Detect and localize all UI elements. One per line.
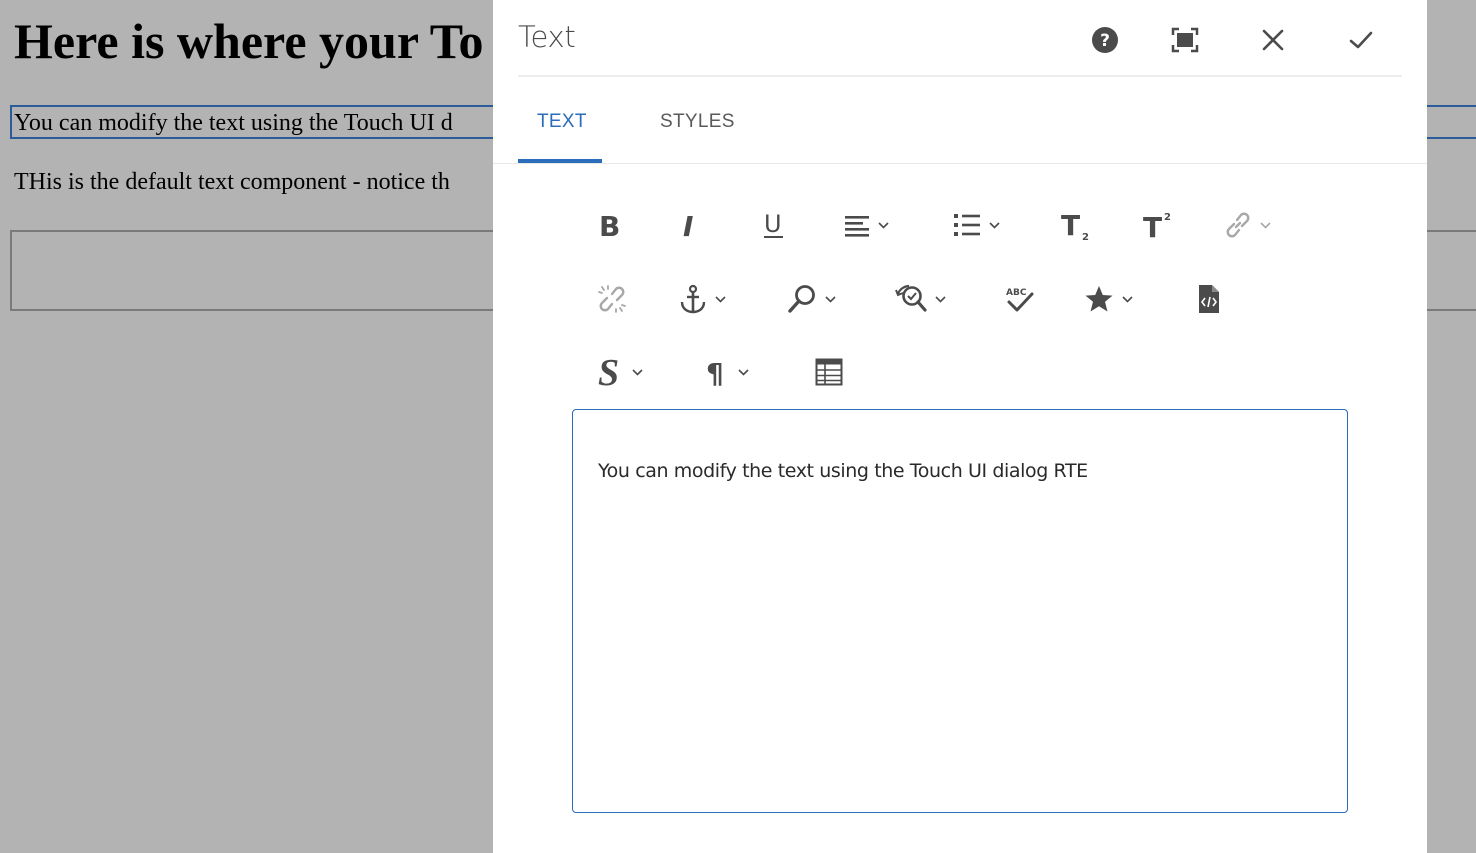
paragraph-icon: ¶ bbox=[706, 357, 724, 387]
fullscreen-icon bbox=[1171, 27, 1199, 53]
help-icon: ? bbox=[1092, 27, 1118, 53]
checkmark-icon bbox=[1349, 31, 1373, 49]
svg-text:2: 2 bbox=[1082, 232, 1089, 241]
bulleted-list-icon bbox=[954, 214, 980, 236]
anchor-dropdown[interactable] bbox=[679, 279, 726, 319]
help-button[interactable]: ? bbox=[1085, 20, 1125, 60]
chevron-down-icon bbox=[632, 368, 643, 376]
subscript-button[interactable]: T 2 bbox=[1060, 205, 1092, 245]
lists-dropdown[interactable] bbox=[953, 205, 1000, 245]
superscript-icon: T 2 bbox=[1143, 211, 1171, 241]
subscript-icon: T 2 bbox=[1061, 209, 1089, 241]
link-icon bbox=[1226, 212, 1250, 238]
bold-icon: B bbox=[599, 211, 620, 239]
chevron-down-icon bbox=[1260, 221, 1271, 229]
tab-text[interactable]: TEXT bbox=[537, 111, 587, 133]
active-tab-indicator bbox=[518, 159, 602, 163]
editor-content[interactable]: You can modify the text using the Touch … bbox=[598, 460, 1088, 482]
find-replace-icon bbox=[895, 284, 927, 312]
chevron-down-icon bbox=[715, 295, 726, 303]
svg-text:ABC: ABC bbox=[1006, 288, 1027, 298]
bold-button[interactable]: B bbox=[597, 205, 621, 245]
dialog-header: Text ? bbox=[518, 0, 1402, 77]
chevron-down-icon bbox=[989, 221, 1000, 229]
table-button[interactable] bbox=[815, 352, 843, 392]
italic-button[interactable]: I bbox=[681, 205, 701, 245]
anchor-icon bbox=[680, 284, 706, 314]
svg-text:I: I bbox=[683, 211, 693, 239]
selected-text-content: You can modify the text using the Touch … bbox=[14, 110, 453, 136]
underline-button[interactable]: U bbox=[762, 205, 786, 245]
source-code-file-icon bbox=[1199, 285, 1219, 313]
fullscreen-button[interactable] bbox=[1165, 20, 1205, 60]
special-characters-dropdown[interactable] bbox=[1084, 279, 1133, 319]
close-button[interactable] bbox=[1253, 20, 1293, 60]
text-edit-dialog: Text ? TEXT STYLES B I U T 2 T 2 ABC S ¶… bbox=[493, 0, 1427, 853]
spellcheck-button[interactable]: ABC bbox=[1005, 279, 1035, 319]
search-icon bbox=[788, 285, 815, 313]
replace-dropdown[interactable] bbox=[895, 279, 946, 319]
table-icon bbox=[815, 358, 843, 386]
justify-dropdown[interactable] bbox=[844, 205, 889, 245]
tab-styles[interactable]: STYLES bbox=[660, 111, 735, 133]
dialog-title: Text bbox=[518, 20, 576, 54]
svg-text:T: T bbox=[1061, 209, 1080, 241]
dialog-tabs: TEXT STYLES bbox=[493, 79, 1427, 164]
unlink-button[interactable] bbox=[597, 279, 627, 319]
align-left-icon bbox=[845, 216, 869, 237]
chevron-down-icon bbox=[878, 221, 889, 229]
svg-text:B: B bbox=[599, 211, 620, 239]
source-edit-button[interactable] bbox=[1197, 279, 1221, 319]
close-icon bbox=[1262, 29, 1284, 51]
spellcheck-icon: ABC bbox=[1006, 288, 1034, 312]
unlink-icon bbox=[598, 285, 626, 313]
svg-text:?: ? bbox=[1100, 31, 1110, 51]
chevron-down-icon bbox=[738, 368, 749, 376]
chevron-down-icon bbox=[1122, 295, 1133, 303]
svg-text:S: S bbox=[598, 355, 619, 389]
svg-text:2: 2 bbox=[1164, 212, 1171, 223]
styles-icon: S bbox=[598, 355, 619, 389]
styles-dropdown[interactable]: S bbox=[598, 352, 643, 392]
done-button[interactable] bbox=[1341, 20, 1381, 60]
svg-text:U: U bbox=[764, 210, 782, 238]
chevron-down-icon bbox=[825, 295, 836, 303]
star-icon bbox=[1085, 286, 1113, 312]
svg-text:T: T bbox=[1143, 211, 1162, 241]
find-dropdown[interactable] bbox=[787, 279, 836, 319]
chevron-down-icon bbox=[935, 295, 946, 303]
underline-icon: U bbox=[764, 210, 783, 238]
default-text-content: THis is the default text component - not… bbox=[14, 169, 450, 195]
rich-text-editor[interactable]: You can modify the text using the Touch … bbox=[572, 409, 1348, 813]
superscript-button[interactable]: T 2 bbox=[1142, 205, 1174, 245]
paragraph-format-dropdown[interactable]: ¶ bbox=[706, 352, 749, 392]
svg-text:¶: ¶ bbox=[706, 357, 724, 387]
italic-icon: I bbox=[683, 211, 693, 239]
link-dropdown[interactable] bbox=[1224, 205, 1271, 245]
page-heading: Here is where your To bbox=[14, 13, 484, 69]
